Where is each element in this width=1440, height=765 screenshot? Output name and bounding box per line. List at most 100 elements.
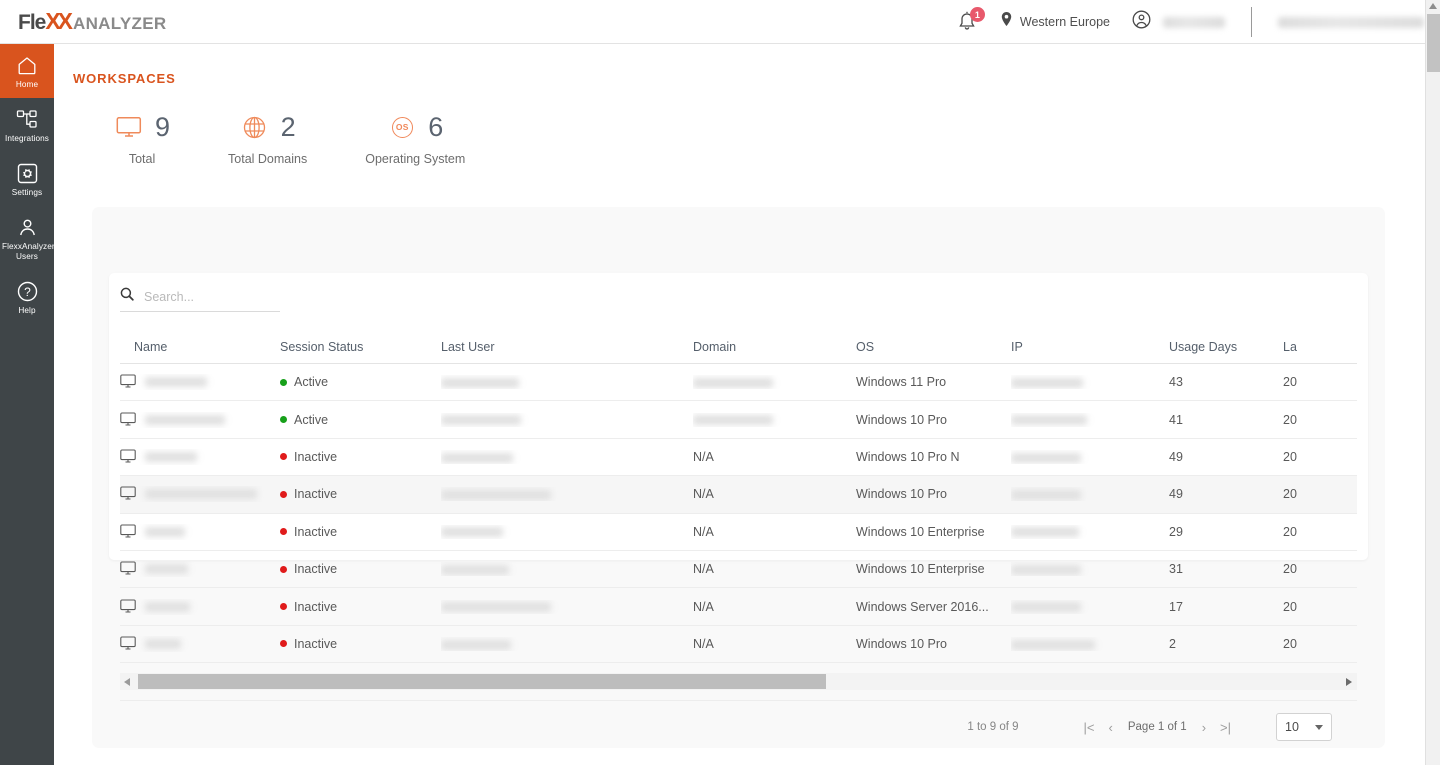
monitor-row-icon (120, 412, 136, 428)
stats-row: 9 Total 2 Total Domains OS 6 Operating S… (114, 112, 1425, 166)
cell-last-user (441, 562, 693, 576)
table-horizontal-scrollbar[interactable] (120, 673, 1357, 690)
next-page-button[interactable]: › (1202, 720, 1206, 735)
header-actions: 1 Western Europe (934, 0, 1424, 44)
cell-name (120, 486, 280, 502)
monitor-row-icon (120, 598, 136, 615)
cell-ip (1011, 525, 1169, 539)
cell-ip (1011, 450, 1169, 464)
search-box[interactable] (120, 287, 280, 312)
status-label: Inactive (294, 599, 338, 614)
left-sidebar: Home Integrations Settings FlexxAnalyzer… (0, 44, 55, 765)
cell-last-date: 20 (1283, 449, 1297, 464)
cell-last-user (441, 413, 693, 427)
column-header-session-status[interactable]: Session Status (280, 340, 441, 354)
status-label: Inactive (294, 449, 338, 464)
table-row[interactable]: Inactive N/A Windows 10 Enterprise 31 20 (120, 551, 1357, 589)
sidebar-item-settings[interactable]: Settings (0, 152, 54, 206)
cell-ip (1011, 487, 1169, 501)
page-size-select[interactable]: 10 (1276, 713, 1332, 741)
stat-total: 9 Total (114, 112, 170, 166)
cell-usage-days: 29 (1169, 524, 1183, 539)
notifications-button[interactable]: 1 (956, 7, 985, 34)
cell-os: Windows Server 2016... (856, 599, 989, 614)
pagination-bar: 1 to 9 of 9 |< ‹ Page 1 of 1 › >| 10 (967, 713, 1332, 741)
search-input[interactable] (144, 289, 266, 304)
monitor-row-icon (120, 449, 136, 465)
sidebar-item-label-integrations: Integrations (5, 134, 49, 143)
sidebar-item-help[interactable]: ? Help (0, 270, 54, 324)
workspaces-panel: Name Session Status Last User Domain OS … (92, 207, 1385, 748)
monitor-row-icon (120, 524, 136, 540)
app-logo[interactable]: Fle XX ANALYZER (18, 8, 166, 35)
table-row[interactable]: Inactive N/A Windows 10 Pro 49 20 (120, 476, 1357, 514)
cell-os: Windows 10 Enterprise (856, 562, 985, 577)
cell-last-date: 20 (1283, 636, 1297, 651)
sidebar-item-home[interactable]: Home (0, 44, 54, 98)
monitor-row-icon (120, 636, 136, 652)
cell-session-status: Inactive (280, 562, 441, 576)
column-header-last-user[interactable]: Last User (441, 340, 693, 354)
notification-badge: 1 (969, 7, 985, 22)
scrollbar-thumb[interactable] (1427, 14, 1440, 72)
column-header-last[interactable]: La (1283, 340, 1357, 354)
column-header-domain[interactable]: Domain (693, 340, 856, 354)
account-menu[interactable] (1132, 10, 1225, 34)
column-header-ip[interactable]: IP (1011, 340, 1169, 354)
home-icon (2, 53, 52, 77)
cell-os: Windows 10 Pro (856, 636, 948, 651)
table-row[interactable]: Inactive N/A Windows 10 Enterprise 29 20 (120, 514, 1357, 551)
page-vertical-scrollbar[interactable] (1425, 0, 1440, 765)
scroll-right-arrow-icon[interactable] (1346, 677, 1352, 686)
cell-domain (693, 375, 856, 389)
integrations-icon (2, 107, 52, 131)
status-dot-icon (280, 640, 287, 648)
cell-os: Windows 10 Pro N (856, 449, 960, 464)
table-row[interactable]: Inactive N/A Windows 10 Pro N 49 20 (120, 439, 1357, 477)
sidebar-item-label-help: Help (18, 306, 36, 315)
cell-os: Windows 11 Pro (856, 375, 947, 390)
cell-domain: N/A (693, 487, 714, 502)
location-label: Western Europe (1019, 15, 1110, 29)
cell-domain (693, 413, 856, 427)
cell-os: Windows 10 Pro (856, 487, 948, 502)
sidebar-item-integrations[interactable]: Integrations (0, 98, 54, 152)
scroll-up-arrow-icon[interactable] (1429, 3, 1437, 9)
table-row[interactable]: Active Windows 10 Pro 41 20 (120, 401, 1357, 439)
first-page-button[interactable]: |< (1084, 720, 1095, 735)
cell-last-user (441, 637, 693, 651)
table-row[interactable]: Inactive N/A Windows Server 2016... 17 20 (120, 588, 1357, 626)
column-header-os[interactable]: OS (856, 340, 1011, 354)
monitor-row-icon (120, 374, 136, 390)
status-dot-icon (280, 565, 287, 573)
cell-domain: N/A (693, 636, 714, 651)
monitor-row-icon (120, 561, 136, 577)
gear-icon (2, 161, 52, 185)
sidebar-item-flexxanalyzer-users[interactable]: FlexxAnalyzer Users (0, 206, 55, 270)
app-root: Fle XX ANALYZER 1 Western Europe Home In… (0, 0, 1440, 765)
svg-text:?: ? (24, 285, 31, 299)
horizontal-scrollbar-thumb[interactable] (138, 674, 826, 689)
workspaces-table: Name Session Status Last User Domain OS … (120, 330, 1357, 701)
last-page-button[interactable]: >| (1220, 720, 1231, 735)
cell-name (120, 598, 280, 615)
table-row[interactable]: Inactive N/A Windows 10 Pro 2 20 (120, 626, 1357, 664)
cell-domain: N/A (693, 524, 714, 539)
cell-name (120, 524, 280, 540)
status-dot-icon (280, 603, 287, 611)
location-selector[interactable]: Western Europe (1000, 11, 1110, 33)
search-icon (120, 287, 134, 306)
sidebar-item-label-home: Home (15, 80, 39, 89)
status-label: Inactive (294, 636, 338, 651)
column-header-usage-days[interactable]: Usage Days (1169, 340, 1283, 354)
pagination-count: 1 to 9 of 9 (967, 721, 1019, 733)
user-icon (2, 215, 52, 239)
cell-last-user (441, 375, 693, 389)
prev-page-button[interactable]: ‹ (1109, 720, 1113, 735)
cell-session-status: Inactive (280, 637, 441, 651)
table-row[interactable]: Active Windows 11 Pro 43 20 (120, 364, 1357, 402)
column-header-name[interactable]: Name (120, 340, 280, 354)
stat-total-domains: 2 Total Domains (228, 112, 307, 166)
monitor-row-icon (120, 486, 136, 502)
scroll-left-arrow-icon[interactable] (124, 677, 130, 686)
